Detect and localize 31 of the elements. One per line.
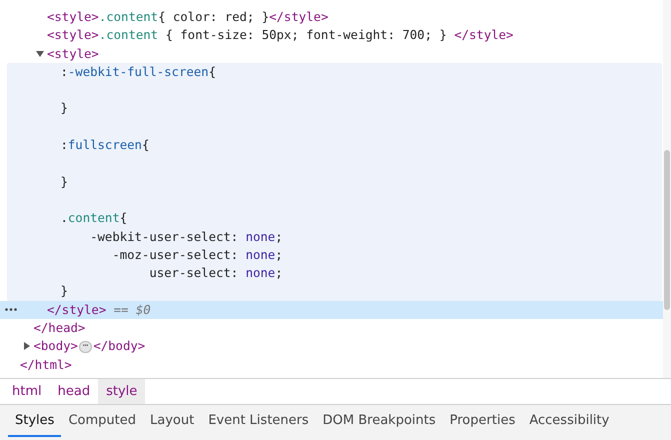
css-code-line: :fullscreen{	[60, 137, 150, 154]
panel-tab[interactable]: Properties	[442, 405, 522, 434]
css-code-line: -moz-user-select: none;	[111, 246, 283, 264]
css-code-line: .content{	[60, 210, 128, 228]
breadcrumb[interactable]: style	[98, 379, 146, 404]
closing-tag[interactable]: </style> == $0	[47, 300, 151, 320]
css-code-line: user-select: none;	[148, 265, 283, 282]
breadcrumb[interactable]: html	[4, 379, 50, 404]
element-tag[interactable]: <style>.content{ color: red; }</style>	[47, 8, 328, 26]
closing-tag[interactable]: </html>	[20, 356, 72, 374]
element-tag[interactable]: <body> ⋯ </body>	[34, 337, 146, 356]
panel-tab[interactable]: Accessibility	[522, 405, 616, 434]
css-code-line: }	[60, 283, 68, 300]
css-code-line: }	[60, 100, 68, 118]
panel-tab[interactable]: Event Listeners	[201, 405, 316, 434]
css-code-line: :-webkit-full-screen{	[60, 64, 216, 81]
panel-tab[interactable]: Layout	[142, 405, 202, 434]
panel-tab[interactable]: Styles	[8, 405, 62, 436]
panel-tab[interactable]: DOM Breakpoints	[316, 405, 443, 434]
element-tag[interactable]: <style>	[47, 44, 99, 63]
expanded-triangle-icon[interactable]	[36, 50, 44, 58]
panel-tab[interactable]: Computed	[61, 405, 143, 434]
collapsed-triangle-icon[interactable]	[22, 342, 30, 350]
breadcrumb[interactable]: head	[50, 379, 98, 404]
scrollbar-thumb[interactable]	[664, 150, 670, 310]
closing-tag[interactable]: </head>	[34, 318, 86, 338]
more-dots-icon[interactable]	[5, 308, 17, 311]
element-tag[interactable]: <style>.content { font-size: 50px; font-weight: 700; } </style>	[47, 26, 514, 45]
css-code-line: }	[60, 174, 68, 191]
css-code-line: -webkit-user-select: none;	[89, 228, 283, 246]
collapsed-content-button[interactable]: ⋯	[78, 340, 92, 352]
